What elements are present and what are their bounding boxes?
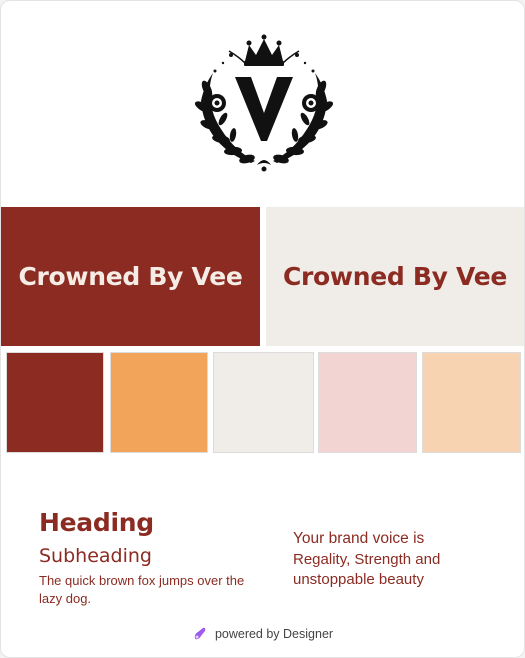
designer-icon — [192, 626, 208, 642]
typography-body: The quick brown fox jumps over the lazy … — [39, 573, 245, 606]
footer-powered-by[interactable]: powered by Designer — [215, 627, 333, 641]
brand-kit-card: V Crowned By Vee Crowned By Vee Heading … — [0, 0, 525, 658]
brand-banner-light: Crowned By Vee — [266, 207, 524, 346]
brand-voice-description: Regality, Strength and unstoppable beaut… — [293, 551, 441, 588]
brand-name-dark: Crowned By Vee — [18, 262, 243, 291]
brand-banner-dark: Crowned By Vee — [1, 207, 260, 346]
palette-swatch-orange[interactable] — [110, 352, 208, 453]
palette-swatch-pink[interactable] — [318, 352, 417, 453]
brand-logo: V — [193, 31, 335, 173]
brand-voice-title: Your brand voice is — [293, 530, 425, 547]
typography-subheading: Subheading — [39, 545, 152, 567]
logo-monogram: V — [258, 88, 269, 102]
footer: powered by Designer — [1, 626, 524, 642]
typography-heading: Heading — [39, 508, 154, 537]
brand-name-light: Crowned By Vee — [282, 262, 508, 291]
palette-swatch-peach[interactable] — [422, 352, 521, 453]
palette-swatch-red[interactable] — [6, 352, 104, 453]
palette-swatch-off-white[interactable] — [213, 352, 314, 453]
crown-v-wreath-emblem-icon: V — [194, 34, 334, 172]
